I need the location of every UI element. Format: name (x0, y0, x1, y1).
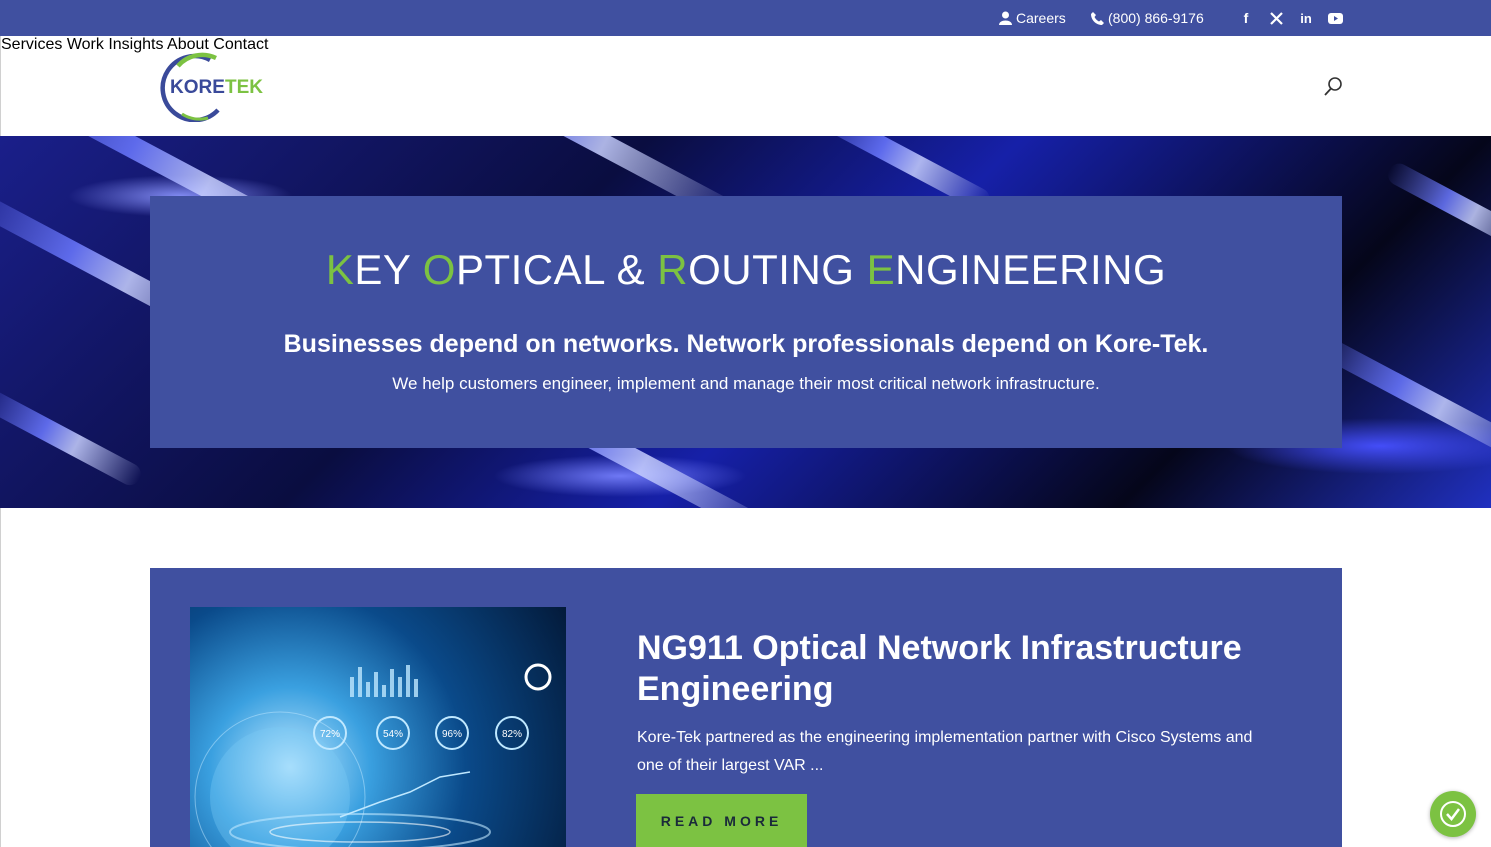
nav-about[interactable]: About (167, 36, 209, 53)
careers-label: Careers (1016, 10, 1066, 26)
fiber-streak (1384, 159, 1491, 255)
phone-icon (1091, 11, 1104, 25)
hero-banner: KEY OPTICAL & ROUTING ENGINEERING Busine… (0, 136, 1491, 508)
hero-title: KEY OPTICAL & ROUTING ENGINEERING (150, 246, 1342, 294)
kore-tek-logo[interactable]: KORE TEK (158, 52, 268, 123)
hero-title-rest: PTICAL & (455, 246, 658, 293)
logo-text-tek: TEK (225, 77, 263, 98)
gauge-label: 72% (320, 729, 340, 740)
hero-text: We help customers engineer, implement an… (392, 374, 1100, 393)
hero-title-rest: EY (354, 246, 423, 293)
logo-text-kore: KORE (170, 77, 225, 98)
read-more-button[interactable]: READ MORE (636, 794, 807, 847)
case-study-title[interactable]: NG911 Optical Network Infrastructure Eng… (637, 628, 1297, 710)
x-icon (1268, 10, 1284, 26)
accessibility-widget-button[interactable] (1430, 791, 1476, 837)
nav-contact[interactable]: Contact (213, 36, 268, 53)
x-link[interactable] (1268, 0, 1284, 36)
gauge-label: 82% (502, 729, 522, 740)
check-badge-icon (1440, 801, 1466, 827)
linkedin-icon: in (1300, 10, 1312, 26)
youtube-icon (1327, 10, 1343, 26)
site-header: KORE TEK Services Work Insights About Co… (0, 36, 1491, 136)
case-study-excerpt: Kore-Tek partnered as the engineering im… (637, 729, 1253, 774)
facebook-icon: f (1243, 10, 1249, 26)
hero-title-accent: K (325, 246, 355, 293)
phone-link[interactable]: (800) 866-9176 (1091, 0, 1204, 36)
gauge-label: 54% (383, 729, 403, 740)
globe-dashboard-illustration: 72% 54% 96% 82% (194, 663, 552, 847)
phone-label: (800) 866-9176 (1108, 10, 1204, 26)
hero-box: KEY OPTICAL & ROUTING ENGINEERING Busine… (150, 196, 1342, 448)
user-icon (999, 11, 1012, 25)
nav-insights[interactable]: Insights (108, 36, 163, 53)
linkedin-link[interactable]: in (1298, 0, 1314, 36)
fiber-streak (0, 385, 145, 489)
case-study-image[interactable]: 72% 54% 96% 82% (190, 607, 566, 847)
careers-link[interactable]: Careers (999, 0, 1066, 36)
case-study-card: 72% 54% 96% 82% NG911 Optical Network In… (150, 568, 1342, 847)
search-icon[interactable] (1323, 76, 1343, 98)
hero-title-rest: OUTING (688, 246, 867, 293)
hero-title-accent: R (657, 246, 689, 293)
top-bar: Careers (800) 866-9176 f in (0, 0, 1491, 36)
gauge-label: 96% (442, 729, 462, 740)
youtube-link[interactable] (1327, 0, 1343, 36)
nav-work[interactable]: Work (67, 36, 104, 53)
nav-services[interactable]: Services (1, 36, 62, 53)
hero-title-accent: E (866, 246, 896, 293)
hero-subtitle: Businesses depend on networks. Network p… (283, 330, 1209, 358)
facebook-link[interactable]: f (1238, 0, 1254, 36)
hero-title-accent: O (422, 246, 456, 293)
hero-title-rest: NGINEERING (895, 246, 1167, 293)
